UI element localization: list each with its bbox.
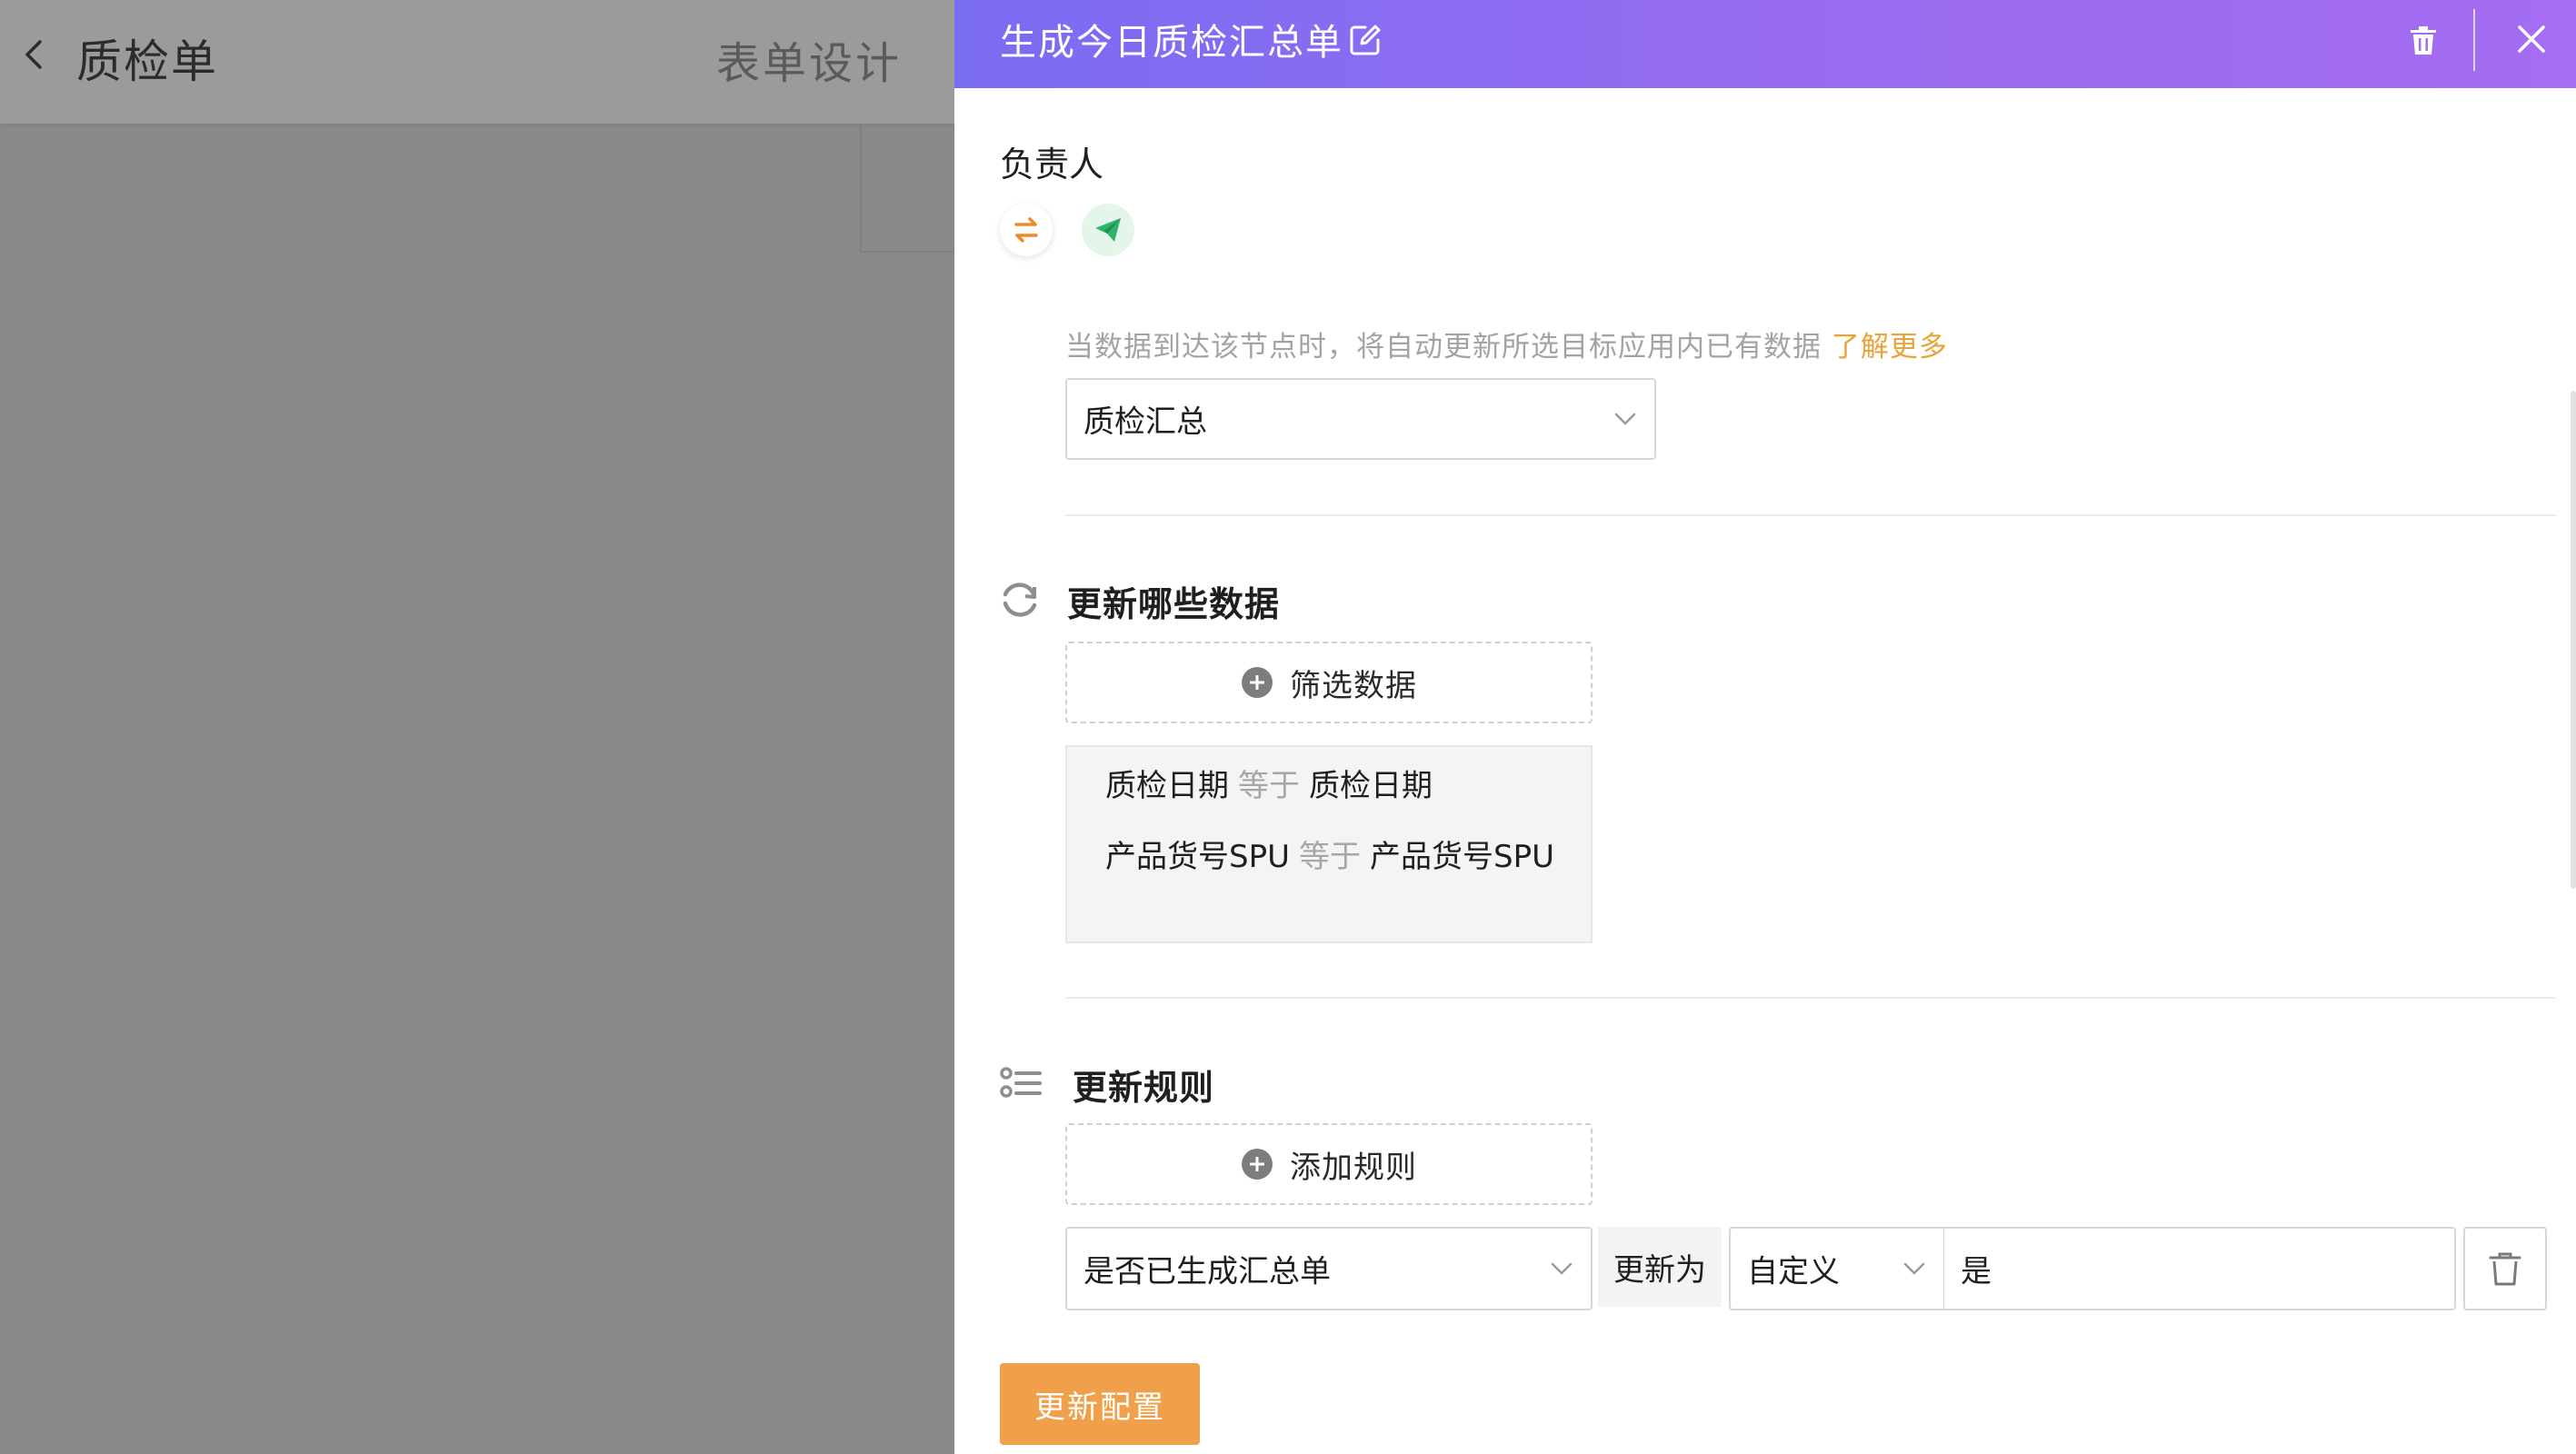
hint-text: 当数据到达该节点时，将自动更新所选目标应用内已有数据: [1065, 331, 1822, 364]
rules-list-icon: [1000, 1067, 1042, 1098]
filter-conditions[interactable]: 质检日期 等于 质检日期 产品货号SPU 等于 产品货号SPU: [1065, 745, 1593, 943]
chevron-down-icon: [1551, 1262, 1573, 1275]
condition-field: 质检日期: [1105, 768, 1229, 804]
condition-operator: 等于: [1298, 839, 1361, 875]
condition-row: 产品货号SPU 等于 产品货号SPU: [1105, 832, 1578, 881]
section-title-update-rules: 更新规则: [1073, 1068, 1215, 1108]
update-as-label: 更新为: [1598, 1227, 1722, 1307]
back-arrow-icon[interactable]: [16, 36, 53, 73]
chevron-down-icon: [1614, 413, 1636, 425]
section-title-update-data: 更新哪些数据: [1067, 584, 1281, 624]
add-rule-label: 添加规则: [1290, 1149, 1417, 1186]
tab-form-design[interactable]: 表单设计: [716, 27, 902, 91]
trash-icon: [2489, 1252, 2521, 1286]
rule-value-type-select[interactable]: 自定义: [1729, 1227, 1945, 1310]
update-config-button[interactable]: 更新配置: [1000, 1363, 1200, 1445]
close-icon[interactable]: [2514, 22, 2549, 56]
header-divider: [2473, 9, 2475, 71]
page-title: 质检单: [76, 35, 218, 88]
owner-label: 负责人: [1000, 144, 1104, 184]
rule-value-input[interactable]: 是: [1943, 1227, 2456, 1310]
plus-circle-icon: [1242, 667, 1273, 698]
section-divider: [1065, 997, 2556, 999]
add-rule-button[interactable]: 添加规则: [1065, 1123, 1593, 1205]
target-app-select[interactable]: 质检汇总: [1065, 378, 1656, 460]
condition-value: 产品货号SPU: [1369, 839, 1554, 875]
update-hint: 当数据到达该节点时，将自动更新所选目标应用内已有数据 了解更多: [1065, 324, 1948, 364]
scrollbar[interactable]: [2571, 391, 2576, 889]
rule-field-select[interactable]: 是否已生成汇总单: [1065, 1227, 1593, 1310]
drawer-title: 生成今日质检汇总单: [1000, 22, 1343, 64]
learn-more-link[interactable]: 了解更多: [1832, 331, 1948, 364]
drawer-header: 生成今日质检汇总单: [954, 0, 2576, 88]
transfer-owner-button[interactable]: [1000, 204, 1053, 256]
node-config-drawer: 生成今日质检汇总单 负责人 当数据到达该节点时，将自动更新所选目标应用内已有数据…: [954, 0, 2576, 1454]
filter-data-button[interactable]: 筛选数据: [1065, 642, 1593, 723]
refresh-icon: [1003, 583, 1037, 617]
edit-title-icon[interactable]: [1347, 22, 1383, 58]
rule-value: 是: [1961, 1253, 1992, 1290]
condition-row: 质检日期 等于 质检日期: [1105, 762, 1433, 811]
paper-plane-icon: [1095, 218, 1121, 242]
swap-arrows-icon: [1014, 217, 1038, 243]
rule-value-type: 自定义: [1747, 1253, 1840, 1290]
send-button[interactable]: [1082, 204, 1134, 256]
rule-field-value: 是否已生成汇总单: [1083, 1253, 1331, 1290]
section-divider: [1065, 514, 2556, 516]
delete-node-icon[interactable]: [2407, 24, 2440, 56]
filter-data-label: 筛选数据: [1290, 667, 1417, 704]
condition-value: 质检日期: [1309, 768, 1433, 804]
plus-circle-icon: [1242, 1149, 1273, 1180]
condition-operator: 等于: [1238, 768, 1300, 804]
delete-rule-button[interactable]: [2463, 1227, 2547, 1310]
target-app-value: 质检汇总: [1083, 403, 1207, 441]
condition-field: 产品货号SPU: [1105, 839, 1290, 875]
chevron-down-icon: [1903, 1262, 1925, 1275]
